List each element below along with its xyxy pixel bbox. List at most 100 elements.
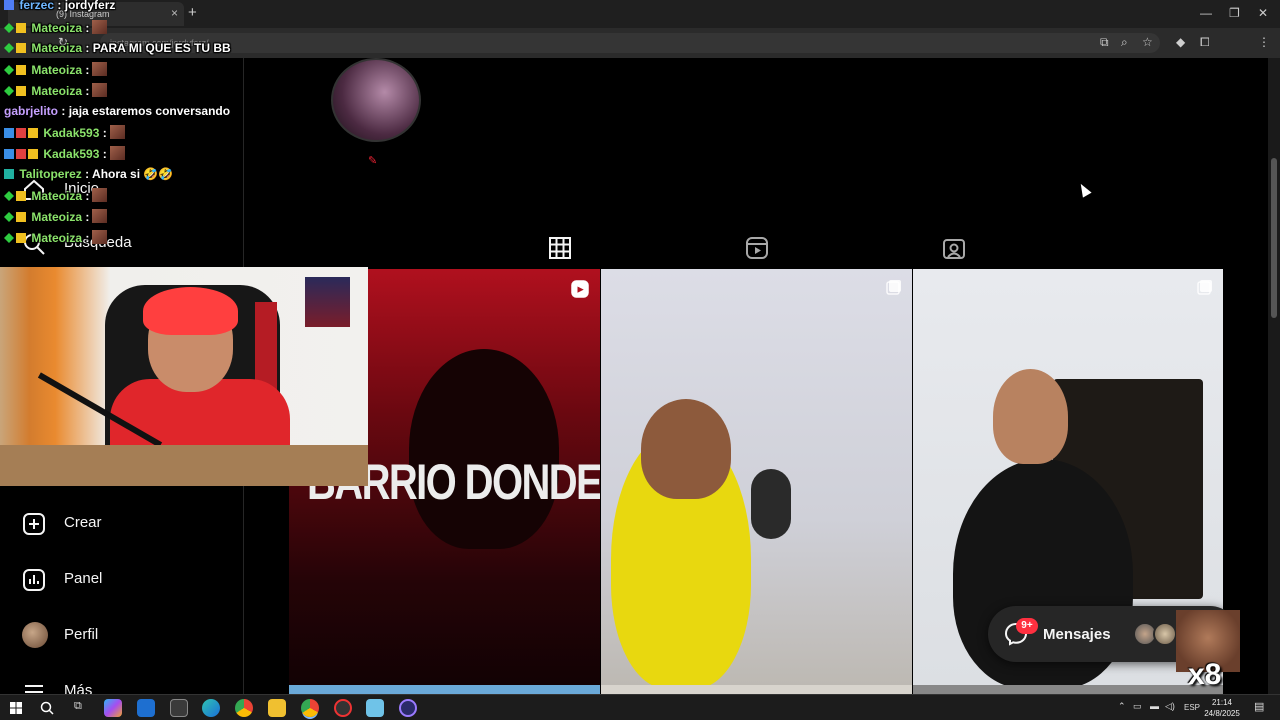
prime-badge-icon: [4, 149, 14, 159]
crown-badge-icon: [16, 191, 26, 201]
diamond-badge-icon: [4, 212, 14, 222]
reel-icon: [571, 280, 589, 298]
network-icon[interactable]: ▬: [1150, 701, 1159, 711]
chrome-active-icon[interactable]: [301, 699, 319, 717]
tagged-icon: [943, 239, 965, 259]
sidebar-item-label: Panel: [64, 570, 103, 587]
file-explorer-icon[interactable]: [268, 699, 286, 717]
chat-text: PARA MI QUE ES TU BB: [92, 41, 231, 55]
chat-username: Mateoiza: [31, 84, 83, 98]
sidebar-item-crear[interactable]: Crear: [22, 504, 232, 544]
tab-tagged[interactable]: [922, 226, 986, 270]
emote-icon: [92, 62, 108, 76]
outlook-icon[interactable]: [137, 699, 155, 717]
sidebar-item-panel[interactable]: Panel: [22, 560, 232, 600]
chat-text: Ahora si 🤣🤣: [92, 167, 174, 181]
notification-icon[interactable]: ▤: [1254, 700, 1264, 713]
post-tile[interactable]: [601, 685, 912, 694]
windows-start-icon[interactable]: [10, 702, 22, 714]
clock-date: 24/8/2025: [1204, 709, 1240, 718]
microphone-image: [751, 469, 791, 539]
avatar: [1153, 622, 1177, 646]
chevron-badge-icon: [4, 0, 14, 10]
post-tile[interactable]: [289, 685, 600, 694]
obs-icon[interactable]: [334, 699, 352, 717]
extension-diamond-icon[interactable]: ◆: [1176, 35, 1185, 49]
chart-icon: [23, 569, 45, 591]
chat-message: Mateoiza :: [4, 20, 108, 36]
chrome-icon[interactable]: [235, 699, 253, 717]
vip-badge-icon: [4, 169, 14, 179]
post-tile[interactable]: [601, 269, 912, 685]
post-tile[interactable]: [913, 685, 1223, 694]
edge-icon[interactable]: [202, 699, 220, 717]
taskbar: ⧉ ⌃ ▭ ▬ ◁) ESP 21:14 24/8/2025 ▤: [0, 694, 1280, 720]
emote-icon: [109, 146, 125, 160]
chat-message: Kadak593 :: [4, 146, 125, 162]
emote-icon: [92, 230, 108, 244]
grid-icon: [549, 237, 571, 259]
chat-username: Mateoiza: [31, 41, 83, 55]
sidebar-item-perfil[interactable]: Perfil: [22, 616, 232, 656]
carousel-icon: [1197, 280, 1212, 295]
prime-badge-icon: [4, 128, 14, 138]
avatar: [22, 622, 48, 648]
browser-menu-icon[interactable]: ⋮: [1258, 35, 1270, 49]
chat-message: Mateoiza :: [4, 62, 108, 78]
emote-icon: [92, 209, 108, 223]
zoom-icon[interactable]: ⌕: [1121, 35, 1128, 50]
chat-message: gabrjelito : jaja estaremos conversando: [4, 104, 231, 118]
chat-message: Kadak593 :: [4, 125, 125, 141]
window-close-icon[interactable]: ✕: [1258, 6, 1268, 20]
streamer-hair: [143, 287, 238, 335]
tray-app-icon[interactable]: ▭: [1133, 701, 1142, 712]
webcam-overlay: [0, 267, 368, 486]
emote-icon: [92, 20, 108, 34]
chat-message: Mateoiza :: [4, 188, 108, 204]
crown-badge-icon: [16, 233, 26, 243]
screen: (9) Instagram × + — ❐ ✕ ← ↻ instagram.co…: [0, 0, 1280, 720]
chat-username: Mateoiza: [31, 210, 83, 224]
language-indicator[interactable]: ESP: [1184, 703, 1200, 712]
crown-badge-icon: [16, 65, 26, 75]
tray-chevron-icon[interactable]: ⌃: [1118, 701, 1126, 712]
task-view-icon[interactable]: ⧉: [74, 700, 82, 713]
chat-username: ferzec: [19, 0, 55, 12]
app-icon[interactable]: [399, 699, 417, 717]
chat-username: Kadak593: [43, 126, 100, 140]
clock[interactable]: 21:14 24/8/2025: [1202, 697, 1242, 719]
copilot-icon[interactable]: [104, 699, 122, 717]
store-icon[interactable]: [170, 699, 188, 717]
diamond-badge-icon: [4, 43, 14, 53]
diamond-badge-icon: [4, 86, 14, 96]
profile-picture[interactable]: [331, 58, 421, 142]
search-icon[interactable]: [40, 701, 54, 715]
chat-message: Talitoperez : Ahora si 🤣🤣: [4, 167, 173, 183]
tab-posts[interactable]: [528, 226, 592, 270]
volume-icon[interactable]: ◁): [1165, 701, 1175, 712]
chat-username: Kadak593: [43, 147, 100, 161]
page-scrollbar[interactable]: [1268, 58, 1280, 694]
chat-message: Mateoiza : PARA MI QUE ES TU BB: [4, 41, 231, 57]
minimize-icon[interactable]: —: [1200, 6, 1212, 20]
diamond-badge-icon: [4, 233, 14, 243]
chat-message: Mateoiza :: [4, 209, 108, 225]
emote-icon: [92, 188, 108, 202]
unread-badge: 9+: [1016, 618, 1038, 634]
install-icon[interactable]: ⧉: [1100, 35, 1109, 50]
diamond-badge-icon: [4, 23, 14, 33]
crown-badge-icon: [28, 128, 38, 138]
extensions-puzzle-icon[interactable]: ⧠: [1200, 35, 1210, 50]
bookmark-star-icon[interactable]: ☆: [1142, 35, 1153, 49]
maximize-icon[interactable]: ❐: [1229, 6, 1240, 20]
crown-badge-icon: [16, 86, 26, 96]
crown-badge-icon: [28, 149, 38, 159]
post-image: [641, 399, 731, 499]
sidebar-item-label: Perfil: [64, 626, 99, 643]
app-icon[interactable]: [366, 699, 384, 717]
stream-chat-overlay: ferzec : jordyferz Mateoiza : Mateoiza :…: [0, 0, 300, 250]
tab-reels[interactable]: [725, 226, 789, 270]
chat-message: ferzec : jordyferz: [4, 0, 115, 14]
emote-icon: [109, 125, 125, 139]
scrollbar-thumb[interactable]: [1271, 158, 1277, 318]
